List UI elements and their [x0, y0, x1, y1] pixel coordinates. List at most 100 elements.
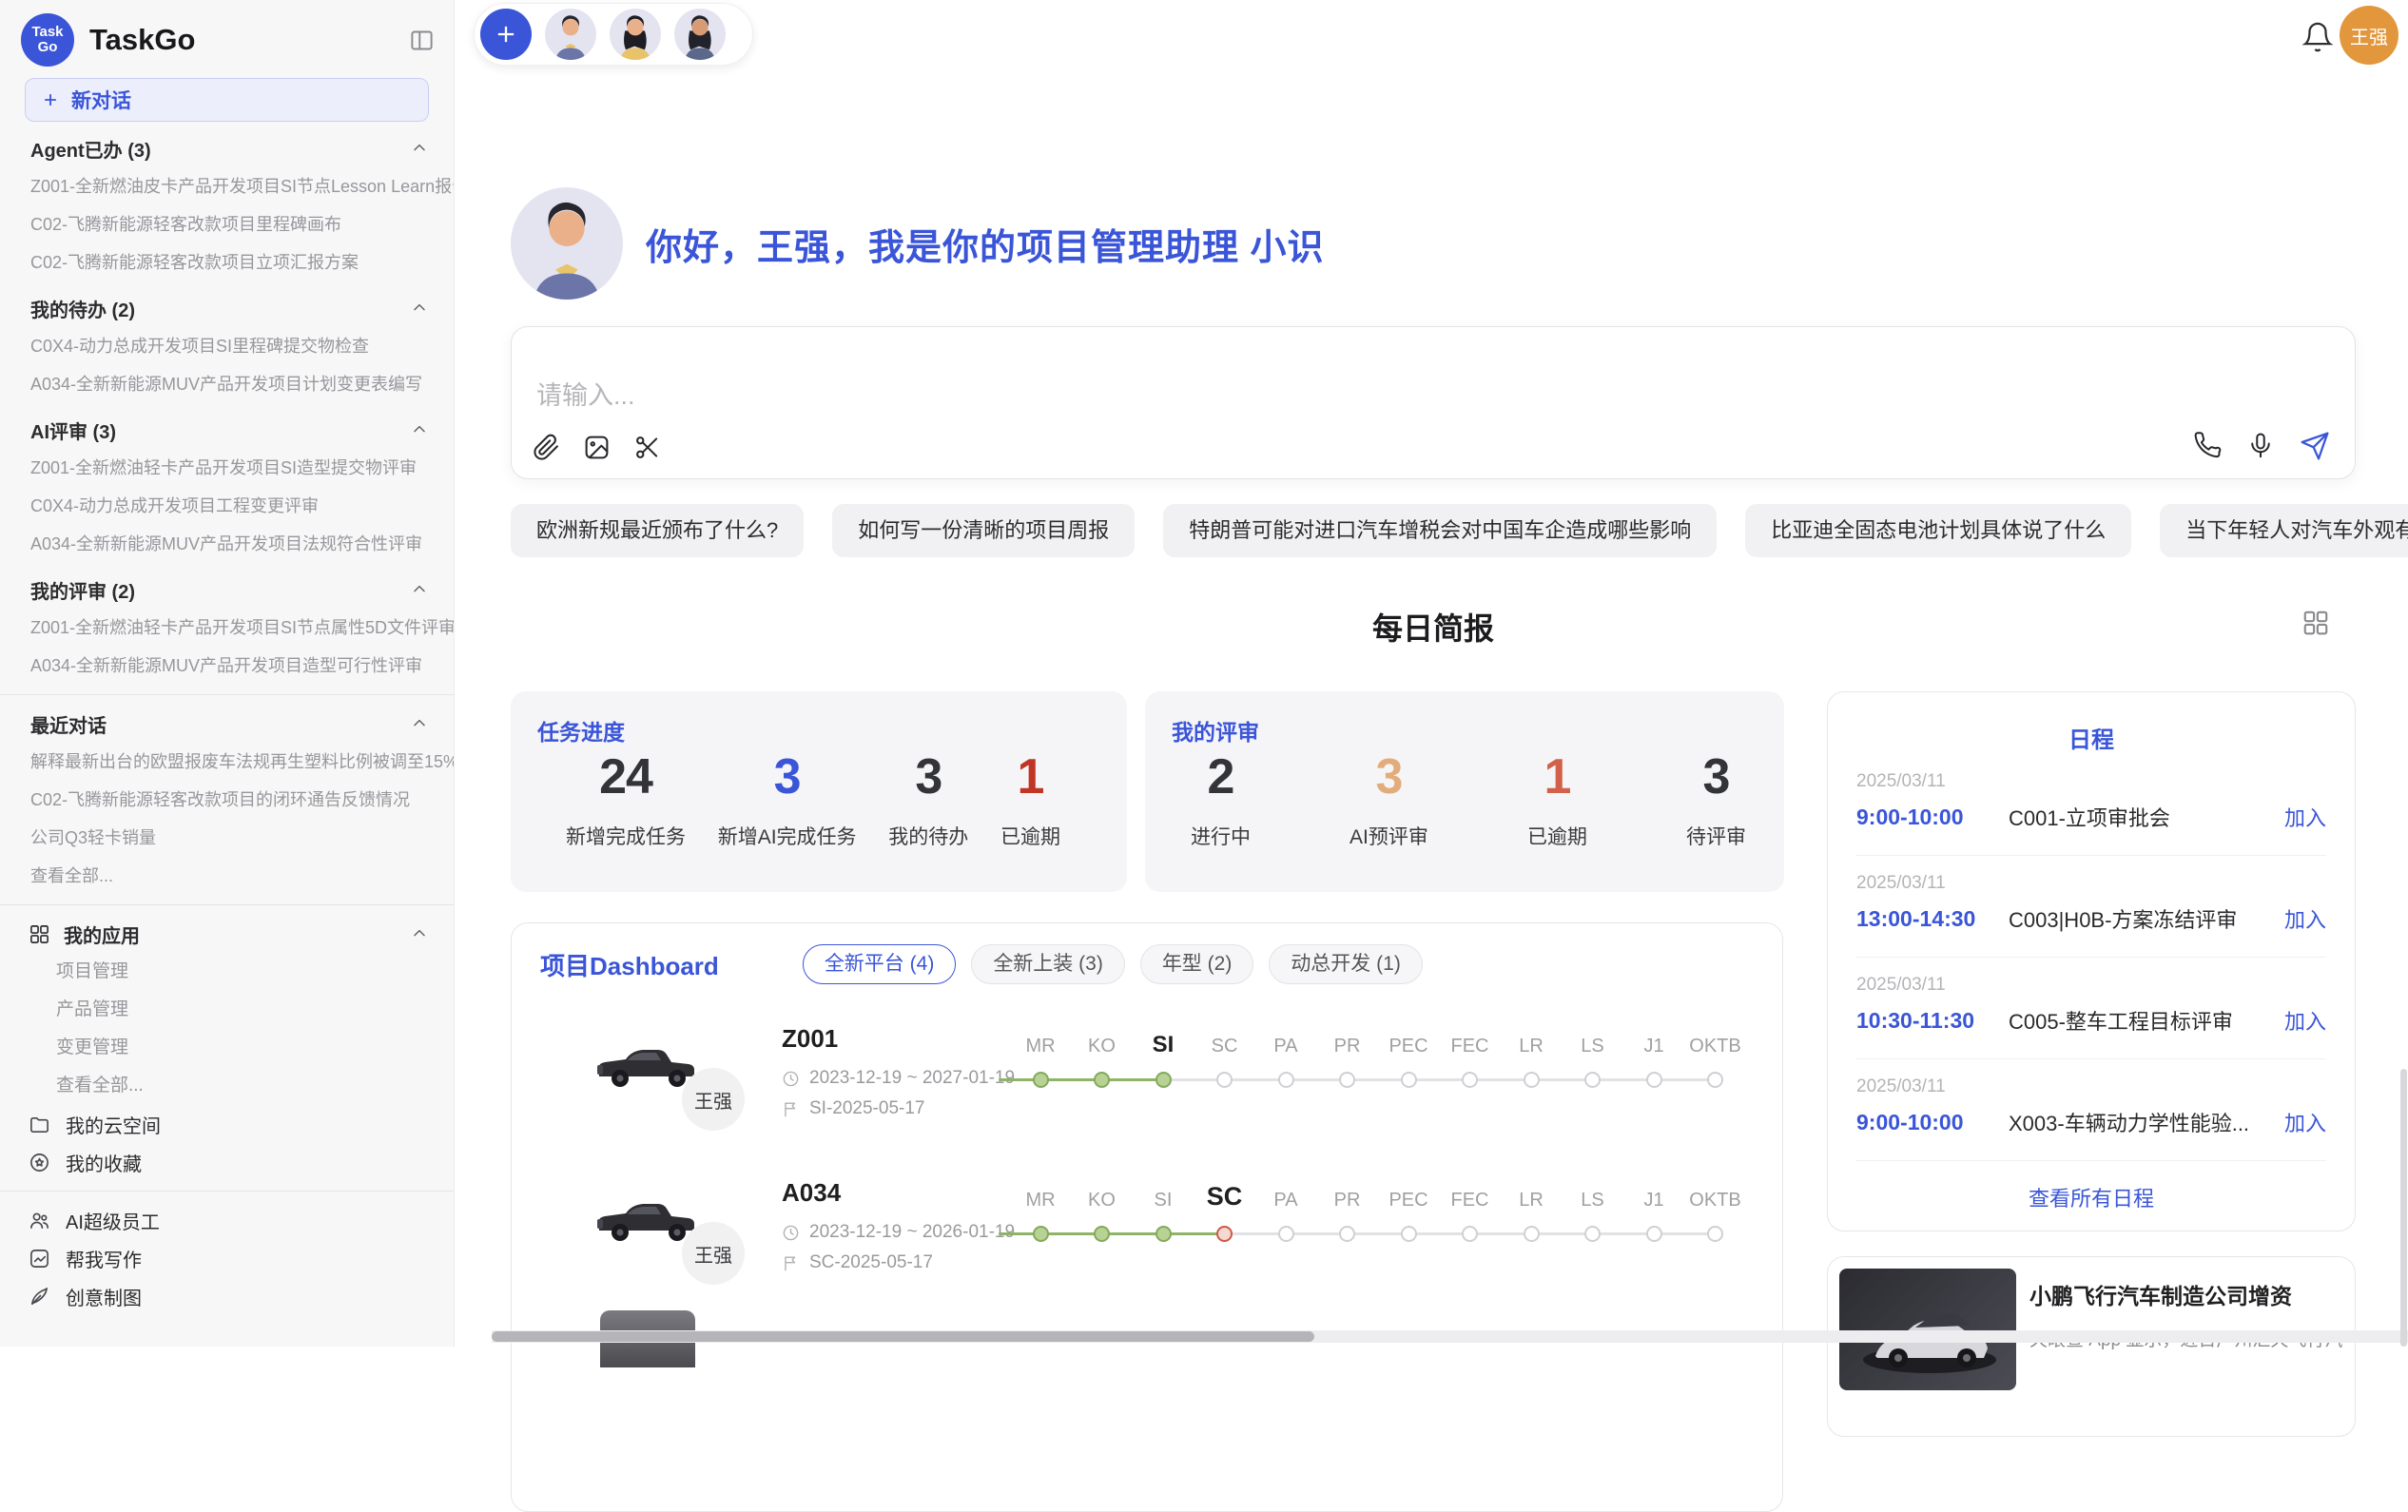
- briefing-card: 任务进度24新增完成任务3新增AI完成任务3我的待办1已逾期: [511, 691, 1127, 892]
- suggestion-chip[interactable]: 当下年轻人对汽车外观有怎样的喜好趋势: [2160, 504, 2408, 557]
- sidebar-item[interactable]: A034-全新新能源MUV产品开发项目造型可行性评审: [0, 647, 454, 685]
- milestone-dot[interactable]: [1033, 1072, 1049, 1088]
- schedule-join-link[interactable]: 加入: [2284, 903, 2326, 934]
- milestone-dot[interactable]: [1216, 1226, 1233, 1242]
- milestone-dot[interactable]: [1707, 1226, 1723, 1242]
- chevron-up-icon[interactable]: [410, 299, 429, 318]
- milestone-dot[interactable]: [1707, 1072, 1723, 1088]
- milestone-dot[interactable]: [1646, 1226, 1662, 1242]
- vertical-scrollbar-thumb[interactable]: [2400, 1069, 2407, 1347]
- chevron-up-icon[interactable]: [410, 420, 429, 439]
- milestone-label: LR: [1519, 1036, 1544, 1057]
- milestone-dot[interactable]: [1339, 1226, 1355, 1242]
- sidebar-section-my-apps[interactable]: 我的应用: [0, 915, 454, 953]
- sidebar-section-header[interactable]: Agent已办 (3): [0, 129, 454, 167]
- dashboard-tab[interactable]: 年型 (2): [1140, 944, 1254, 984]
- milestone-label: LR: [1519, 1190, 1544, 1212]
- dashboard-tab[interactable]: 动总开发 (1): [1269, 944, 1423, 984]
- sidebar-item[interactable]: C02-飞腾新能源轻客改款项目里程碑画布: [0, 205, 454, 243]
- sidebar-item[interactable]: Z001-全新燃油轻卡产品开发项目SI节点属性5D文件评审: [0, 609, 454, 647]
- chevron-up-icon[interactable]: [410, 139, 429, 158]
- milestone-dot[interactable]: [1401, 1072, 1417, 1088]
- suggestion-chip[interactable]: 如何写一份清晰的项目周报: [832, 504, 1135, 557]
- suggestion-chip[interactable]: 比亚迪全固态电池计划具体说了什么: [1745, 504, 2131, 557]
- milestone-dot[interactable]: [1094, 1072, 1110, 1088]
- news-card[interactable]: 小鹏飞行汽车制造公司增资 天眼查 App 显示，近日广州汇天飞行汽...: [1827, 1256, 2356, 1437]
- milestone-dot[interactable]: [1278, 1072, 1294, 1088]
- sidebar-app-item[interactable]: 产品管理: [0, 991, 454, 1029]
- image-icon[interactable]: [583, 434, 611, 461]
- sidebar-item[interactable]: 查看全部...: [0, 857, 454, 895]
- milestone-dot[interactable]: [1524, 1072, 1540, 1088]
- attachment-icon[interactable]: [533, 434, 560, 461]
- chat-input[interactable]: [534, 380, 1870, 412]
- project-code[interactable]: Z001: [782, 1024, 838, 1054]
- sidebar-section-header[interactable]: AI评审 (3): [0, 411, 454, 449]
- milestone-dot[interactable]: [1524, 1226, 1540, 1242]
- milestone-dot[interactable]: [1401, 1226, 1417, 1242]
- sidebar-link-quill[interactable]: 创意制图: [0, 1277, 454, 1315]
- sidebar-item[interactable]: C0X4-动力总成开发项目工程变更评审: [0, 487, 454, 525]
- project-code[interactable]: A034: [782, 1178, 841, 1208]
- view-all-schedule-link[interactable]: 查看所有日程: [1828, 1182, 2355, 1212]
- stat: 3新增AI完成任务: [718, 750, 857, 850]
- sidebar-link-folder[interactable]: 我的云空间: [0, 1105, 454, 1143]
- chevron-up-icon[interactable]: [410, 580, 429, 599]
- milestone-dot[interactable]: [1094, 1226, 1110, 1242]
- sidebar-section-header[interactable]: 最近对话: [0, 705, 454, 743]
- milestone-dot[interactable]: [1155, 1226, 1172, 1242]
- milestone-dot[interactable]: [1278, 1226, 1294, 1242]
- collapse-sidebar-icon[interactable]: [409, 28, 435, 53]
- milestone-dot[interactable]: [1462, 1072, 1478, 1088]
- phone-icon[interactable]: [2193, 432, 2222, 460]
- schedule-join-link[interactable]: 加入: [2284, 1005, 2326, 1036]
- add-agent-button[interactable]: [480, 9, 532, 60]
- grid-layout-icon[interactable]: [2301, 609, 2330, 637]
- dashboard-tab[interactable]: 全新平台 (4): [803, 944, 957, 984]
- milestone-dot[interactable]: [1584, 1226, 1601, 1242]
- project-dates: 2023-12-19 ~ 2027-01-19: [782, 1068, 1015, 1089]
- sidebar-app-item[interactable]: 查看全部...: [0, 1067, 454, 1105]
- sidebar-section-header[interactable]: 我的待办 (2): [0, 289, 454, 327]
- suggestion-chip[interactable]: 欧洲新规最近颁布了什么?: [511, 504, 804, 557]
- sidebar-item[interactable]: Z001-全新燃油皮卡产品开发项目SI节点Lesson Learn报告: [0, 167, 454, 205]
- milestone-dot[interactable]: [1462, 1226, 1478, 1242]
- agent-avatar-1[interactable]: [545, 9, 596, 60]
- send-icon[interactable]: [2300, 431, 2330, 461]
- horizontal-scrollbar-thumb[interactable]: [492, 1331, 1314, 1342]
- app-logo-line1: Task: [31, 25, 63, 40]
- agent-avatar-2[interactable]: [610, 9, 661, 60]
- scissors-icon[interactable]: [633, 434, 661, 461]
- user-avatar[interactable]: 王强: [2340, 6, 2398, 65]
- microphone-icon[interactable]: [2246, 432, 2275, 460]
- sidebar-item[interactable]: C02-飞腾新能源轻客改款项目的闭环通告反馈情况: [0, 781, 454, 819]
- sidebar-item[interactable]: 公司Q3轻卡销量: [0, 819, 454, 857]
- sidebar-link-write[interactable]: 帮我写作: [0, 1239, 454, 1277]
- sidebar-item[interactable]: C02-飞腾新能源轻客改款项目立项汇报方案: [0, 243, 454, 281]
- suggestion-chip[interactable]: 特朗普可能对进口汽车增税会对中国车企造成哪些影响: [1163, 504, 1717, 557]
- sidebar-app-item[interactable]: 变更管理: [0, 1029, 454, 1067]
- schedule-join-link[interactable]: 加入: [2284, 1107, 2326, 1137]
- sidebar-item[interactable]: 解释最新出台的欧盟报废车法规再生塑料比例被调至15%...: [0, 743, 454, 781]
- milestone-dot[interactable]: [1155, 1072, 1172, 1088]
- notifications-bell-icon[interactable]: [2301, 21, 2334, 53]
- milestone-dot[interactable]: [1216, 1072, 1233, 1088]
- milestone-dot[interactable]: [1646, 1072, 1662, 1088]
- milestone-dot[interactable]: [1584, 1072, 1601, 1088]
- sidebar-link-people[interactable]: AI超级员工: [0, 1201, 454, 1239]
- dashboard-tab[interactable]: 全新上装 (3): [971, 944, 1125, 984]
- milestone-dot[interactable]: [1339, 1072, 1355, 1088]
- sidebar-link-star[interactable]: 我的收藏: [0, 1143, 454, 1181]
- sidebar-item[interactable]: A034-全新新能源MUV产品开发项目法规符合性评审: [0, 525, 454, 563]
- agent-avatar-3[interactable]: [674, 9, 726, 60]
- new-chat-button[interactable]: 新对话: [25, 78, 429, 122]
- sidebar-item[interactable]: A034-全新新能源MUV产品开发项目计划变更表编写: [0, 365, 454, 403]
- sidebar-section-header[interactable]: 我的评审 (2): [0, 571, 454, 609]
- sidebar-app-item[interactable]: 项目管理: [0, 953, 454, 991]
- schedule-join-link[interactable]: 加入: [2284, 802, 2326, 832]
- chevron-up-icon[interactable]: [410, 924, 429, 943]
- sidebar-item[interactable]: C0X4-动力总成开发项目SI里程碑提交物检查: [0, 327, 454, 365]
- sidebar-item[interactable]: Z001-全新燃油轻卡产品开发项目SI造型提交物评审: [0, 449, 454, 487]
- milestone-dot[interactable]: [1033, 1226, 1049, 1242]
- chevron-up-icon[interactable]: [410, 714, 429, 733]
